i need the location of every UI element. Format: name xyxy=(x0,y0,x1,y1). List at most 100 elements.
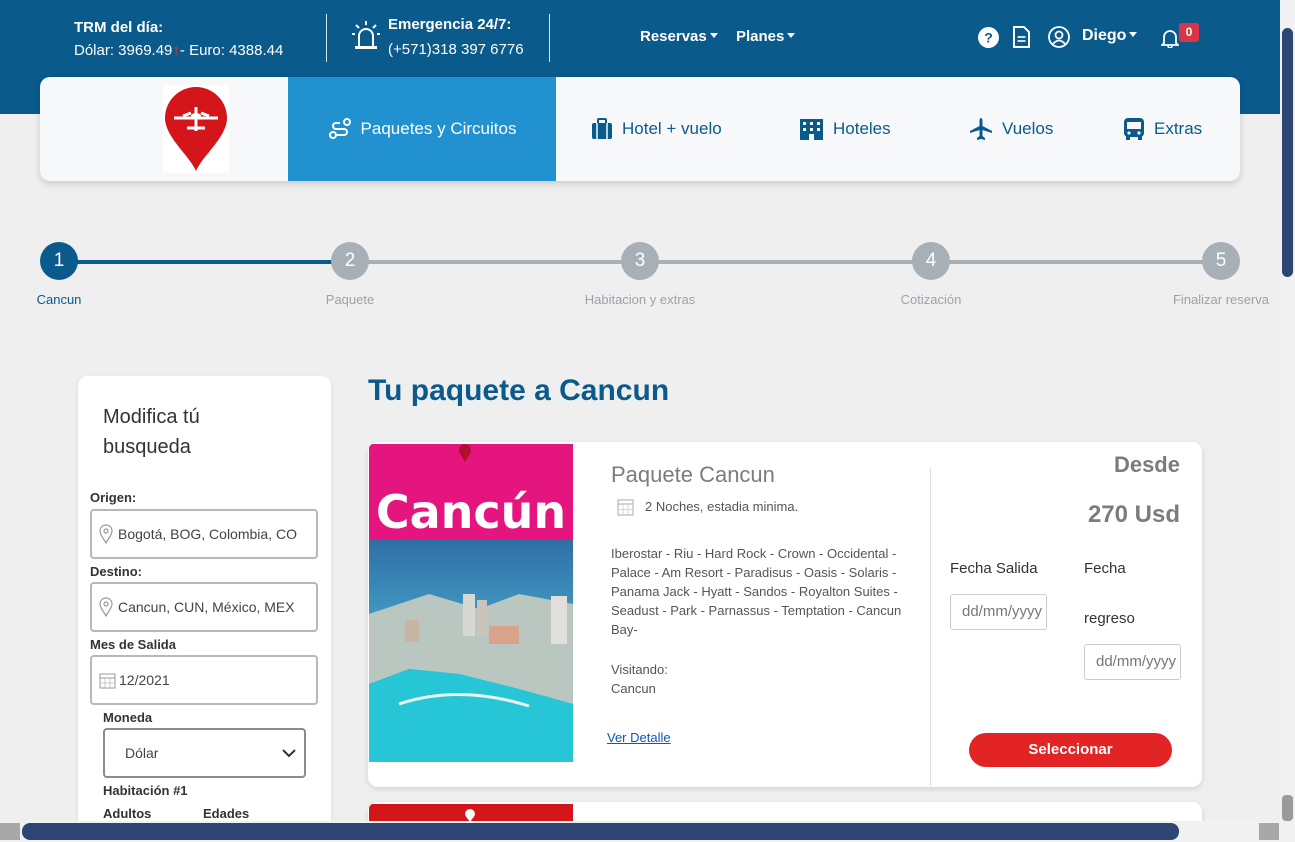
destination-input[interactable]: Cancun, CUN, México, MEX xyxy=(90,582,318,632)
euro-rate: - Euro: 4388.44 xyxy=(179,42,284,59)
return-date-input[interactable]: dd/mm/yyyy xyxy=(1084,644,1181,680)
tab-paquetes[interactable]: Paquetes y Circuitos xyxy=(288,77,556,181)
step-4[interactable]: 4 xyxy=(912,242,950,280)
luggage-icon xyxy=(592,118,612,139)
calendar-icon xyxy=(617,499,634,516)
step-label-5: Finalizar reserva xyxy=(1172,292,1270,307)
tab-label: Extras xyxy=(1154,119,1203,138)
vertical-scroll-button[interactable] xyxy=(1282,795,1293,821)
currency-label: Moneda xyxy=(103,710,153,725)
return-date-label-1: Fecha xyxy=(1084,560,1126,577)
chevron-down-icon xyxy=(282,748,296,757)
origin-label: Origen: xyxy=(90,490,137,505)
step-2[interactable]: 2 xyxy=(331,242,369,280)
logo-pin-icon xyxy=(165,87,227,171)
select-package-button[interactable]: Seleccionar xyxy=(969,733,1172,767)
tab-label: Vuelos xyxy=(1002,119,1054,138)
step-pending-line xyxy=(350,260,1221,264)
origin-value: Bogotá, BOG, Colombia, CO xyxy=(118,526,297,542)
main-nav: Paquetes y Circuitos Hotel + vuelo Hotel… xyxy=(40,77,1240,181)
price-from-label: Desde xyxy=(1113,452,1180,477)
month-input[interactable]: 12/2021 xyxy=(90,655,318,705)
currency-value: Dólar xyxy=(125,745,159,761)
user-circle-icon[interactable] xyxy=(1048,26,1070,48)
package-price: 270 Usd xyxy=(1087,501,1180,528)
package-visiting: Visitando: Cancun xyxy=(611,660,668,698)
logo[interactable] xyxy=(163,85,229,173)
tab-label: Hoteles xyxy=(833,119,891,138)
vertical-scroll-thumb[interactable] xyxy=(1282,28,1293,277)
divider xyxy=(549,14,550,62)
step-label-2: Paquete xyxy=(325,292,375,307)
step-5[interactable]: 5 xyxy=(1202,242,1240,280)
vertical-scrollbar[interactable] xyxy=(1280,0,1295,842)
svg-text:?: ? xyxy=(984,30,993,46)
rate-up-arrow-icon: ↑ xyxy=(172,42,180,59)
dolar-rate: Dólar: 3969.49 xyxy=(74,42,173,59)
tab-hotel-vuelo[interactable]: Hotel + vuelo xyxy=(591,77,722,181)
step-1[interactable]: 1 xyxy=(40,242,78,280)
view-detail-link[interactable]: Ver Detalle xyxy=(607,730,671,745)
adults-label: Adultos xyxy=(103,806,152,821)
visiting-value: Cancun xyxy=(611,681,656,696)
image-caption: Cancún xyxy=(376,485,566,539)
package-hotels: Iberostar - Riu - Hard Rock - Crown - Oc… xyxy=(611,546,902,637)
calendar-icon xyxy=(99,673,116,688)
location-pin-icon xyxy=(99,524,113,544)
tab-extras[interactable]: Extras xyxy=(1123,77,1202,181)
tab-hoteles[interactable]: Hoteles xyxy=(799,77,891,181)
room-label: Habitación #1 xyxy=(103,783,188,798)
help-icon[interactable]: ? xyxy=(978,27,999,48)
planes-label: Planes xyxy=(736,28,785,45)
origin-input[interactable]: Bogotá, BOG, Colombia, CO xyxy=(90,509,318,559)
reservas-menu[interactable]: Reservas xyxy=(640,28,718,45)
chevron-down-icon xyxy=(709,33,718,38)
airplane-icon xyxy=(970,118,992,140)
return-date-label-2: regreso xyxy=(1084,610,1135,627)
package-image[interactable]: Cancún xyxy=(369,444,573,762)
horizontal-scrollbar[interactable] xyxy=(0,821,1280,842)
scroll-left-button[interactable] xyxy=(0,823,20,840)
planes-menu[interactable]: Planes xyxy=(736,28,796,45)
building-icon xyxy=(800,119,823,140)
trm-rates: Dólar: 3969.49↑- Euro: 4388.44 xyxy=(74,39,283,62)
divider xyxy=(326,14,327,62)
notification-badge: 0 xyxy=(1179,23,1199,42)
emergency-block: Emergencia 24/7: (+571)318 397 6776 xyxy=(388,12,524,62)
emergency-title: Emergencia 24/7: xyxy=(388,16,512,33)
tab-label: Paquetes y Circuitos xyxy=(360,119,517,138)
emergency-phone: (+571)318 397 6776 xyxy=(388,41,524,58)
divider xyxy=(930,468,931,786)
document-icon[interactable] xyxy=(1013,26,1030,48)
horizontal-scroll-thumb[interactable] xyxy=(22,823,1179,840)
bell-icon[interactable] xyxy=(1161,28,1179,48)
trm-block: TRM del día: Dólar: 3969.49↑- Euro: 4388… xyxy=(74,16,283,62)
destination-value: Cancun, CUN, México, MEX xyxy=(118,599,295,615)
destination-label: Destino: xyxy=(90,564,142,579)
user-menu[interactable]: Diego xyxy=(1082,27,1138,45)
departure-date-label: Fecha Salida xyxy=(950,560,1038,577)
chevron-down-icon xyxy=(1129,32,1138,37)
month-value: 12/2021 xyxy=(119,672,170,688)
page-title: Tu paquete a Cancun xyxy=(368,374,670,407)
month-label: Mes de Salida xyxy=(90,637,176,652)
package-card: Cancún Paquete Cancun 2 Noches, estadia … xyxy=(368,442,1202,787)
search-sidebar: Modifica tú busqueda Origen: Bogotá, BOG… xyxy=(78,376,331,842)
currency-select[interactable]: Dólar xyxy=(103,728,306,778)
step-3[interactable]: 3 xyxy=(621,242,659,280)
package-nights: 2 Noches, estadia minima. xyxy=(645,499,799,514)
tab-vuelos[interactable]: Vuelos xyxy=(969,77,1053,181)
step-label-4: Cotización xyxy=(900,292,962,307)
cancun-photo: Cancún xyxy=(369,444,573,762)
route-icon xyxy=(328,118,351,139)
visiting-label: Visitando: xyxy=(611,662,668,677)
bus-icon xyxy=(1124,118,1144,140)
departure-date-input[interactable]: dd/mm/yyyy xyxy=(950,594,1047,630)
package-name: Paquete Cancun xyxy=(611,462,775,487)
scroll-right-button[interactable] xyxy=(1259,823,1279,840)
alarm-light-icon xyxy=(352,21,380,49)
tab-label: Hotel + vuelo xyxy=(622,119,722,138)
sidebar-title: Modifica tú busqueda xyxy=(103,406,200,458)
step-label-3: Habitacion y extras xyxy=(584,292,696,307)
location-pin-icon xyxy=(99,597,113,617)
